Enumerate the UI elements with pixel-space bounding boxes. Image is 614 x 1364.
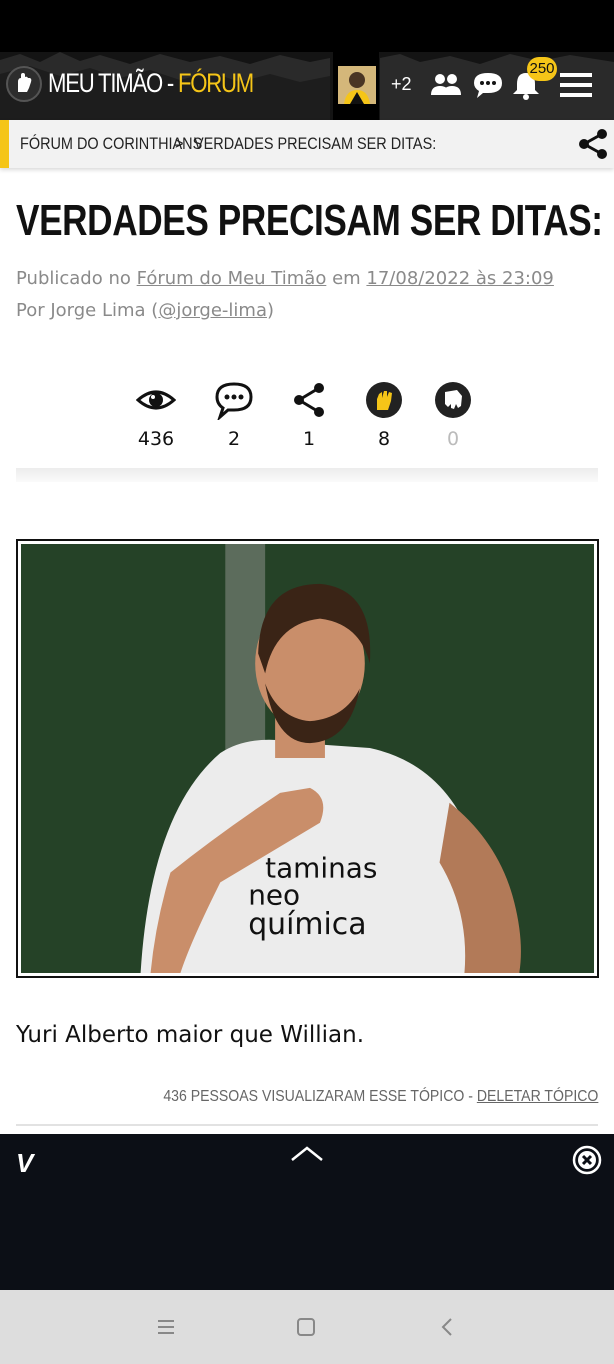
site-title-accent: FÓRUM	[177, 68, 254, 98]
date-prefix: em	[332, 268, 361, 289]
post-footer: 436 PESSOAS VISUALIZARAM ESSE TÓPICO - D…	[163, 1088, 598, 1106]
site-title-separator: -	[161, 68, 178, 98]
site-title[interactable]: MEU TIMÃO - FÓRUM	[48, 68, 254, 99]
notifications-badge[interactable]: 250	[527, 57, 557, 81]
post-date-link[interactable]: 17/08/2022 às 23:09	[366, 268, 553, 289]
chevron-up-icon[interactable]	[288, 1142, 326, 1166]
post-body: Yuri Alberto maior que Willian.	[16, 1022, 365, 1048]
site-title-main: MEU TIMÃO	[48, 68, 163, 98]
stat-views: 436	[126, 380, 186, 450]
forum-link[interactable]: Fórum do Meu Timão	[137, 268, 327, 289]
page-title: VERDADES PRECISAM SER DITAS:	[16, 196, 603, 245]
chat-icon[interactable]	[470, 68, 506, 102]
status-bar	[0, 0, 614, 52]
menu-icon[interactable]	[558, 68, 594, 102]
ad-logo[interactable]: V	[16, 1148, 33, 1179]
author-link[interactable]: @jorge-lima	[158, 300, 267, 321]
share-icon[interactable]	[289, 380, 329, 420]
avatar[interactable]	[338, 66, 376, 104]
author-suffix: )	[266, 300, 275, 321]
share-icon[interactable]	[575, 126, 611, 162]
eye-icon	[136, 390, 176, 410]
views-summary: 436 PESSOAS VISUALIZARAM ESSE TÓPICO -	[162, 1088, 477, 1105]
stat-comments[interactable]: 2	[204, 380, 264, 450]
published-prefix: Publicado no	[16, 268, 131, 289]
post-author-line: Por Jorge Lima (@jorge-lima)	[16, 300, 274, 321]
likes-count: 8	[377, 428, 391, 450]
fist-logo-icon[interactable]	[6, 66, 42, 102]
site-header: MEU TIMÃO - FÓRUM +2 250	[0, 52, 614, 120]
breadcrumb: FÓRUM DO CORINTHIANS > VERDADES PRECISAM…	[0, 120, 614, 168]
comments-count: 2	[227, 428, 241, 450]
fist-down-icon[interactable]	[433, 380, 473, 420]
comment-icon[interactable]	[214, 380, 254, 420]
stat-likes[interactable]: 8	[354, 380, 414, 450]
system-nav-bar	[0, 1290, 614, 1364]
delete-topic-link[interactable]: DELETAR TÓPICO	[476, 1088, 598, 1105]
breadcrumb-current: VERDADES PRECISAM SER DITAS:	[194, 134, 437, 153]
footer-divider	[16, 1124, 598, 1126]
close-icon[interactable]	[571, 1144, 603, 1176]
fist-up-icon[interactable]	[364, 380, 404, 420]
stat-dislikes[interactable]: 0	[423, 380, 483, 450]
home-icon[interactable]	[293, 1314, 319, 1340]
online-user[interactable]	[333, 52, 379, 120]
dislikes-count: 0	[446, 428, 460, 450]
stat-shares[interactable]: 1	[279, 380, 339, 450]
online-extra-count[interactable]: +2	[391, 74, 412, 95]
recent-apps-icon[interactable]	[153, 1314, 179, 1340]
post-image[interactable]: taminas neo química	[16, 539, 599, 978]
author-prefix: Por Jorge Lima (	[16, 300, 159, 321]
users-icon[interactable]	[428, 68, 464, 102]
svg-text:química: química	[248, 907, 366, 942]
shares-count: 1	[302, 428, 316, 450]
ad-banner[interactable]: V	[0, 1134, 614, 1290]
player-photo: taminas neo química	[21, 544, 594, 973]
post-published-line: Publicado no Fórum do Meu Timão em 17/08…	[16, 268, 554, 289]
back-icon[interactable]	[434, 1314, 460, 1340]
divider	[16, 468, 598, 482]
views-count: 436	[137, 428, 175, 450]
breadcrumb-separator: >	[175, 134, 184, 153]
